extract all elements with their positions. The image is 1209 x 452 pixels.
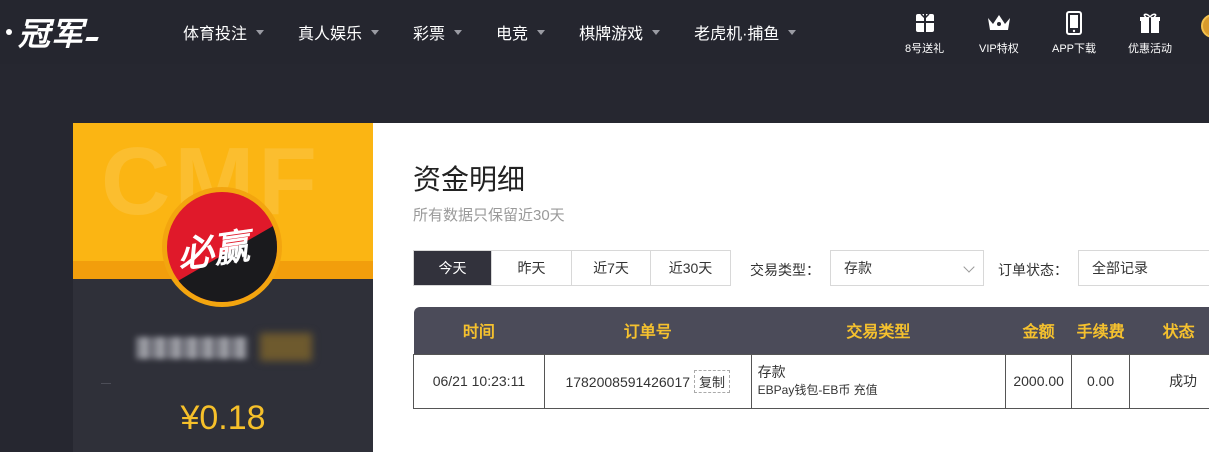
fund-details-table: 时间 订单号 交易类型 金额 手续费 状态 06/21 10:23:11 178…: [413, 307, 1209, 409]
range-7days-button[interactable]: 近7天: [572, 251, 651, 285]
logo-dot: [6, 29, 12, 35]
cell-status: 成功: [1129, 353, 1209, 409]
coin-icon[interactable]: [1201, 14, 1209, 38]
chevron-down-icon: [256, 29, 265, 35]
transaction-type-detail: EBPay钱包-EB币 充值: [757, 383, 878, 397]
cell-time: 06/21 10:23:11: [413, 353, 545, 409]
phone-icon: [1066, 10, 1082, 36]
menu-item-label: 棋牌游戏: [579, 26, 644, 43]
range-30days-button[interactable]: 近30天: [651, 251, 730, 285]
transaction-type-select[interactable]: 存款: [830, 250, 984, 286]
transaction-type-value: 存款: [844, 260, 872, 276]
menu-item-label: 电竞: [496, 26, 529, 43]
date-range-tabs: 今天 昨天 近7天 近30天: [413, 250, 731, 286]
quick-link-label: VIP特权: [979, 43, 1019, 55]
table-row: 06/21 10:23:11 1782008591426017 复制 存款 EBP…: [413, 353, 1209, 409]
quick-link-gift8[interactable]: 8号送礼: [905, 10, 944, 56]
crown-icon: [986, 10, 1012, 36]
username-blurred: [136, 337, 248, 359]
column-header-fee: 手续费: [1071, 307, 1130, 354]
cell-order-no: 1782008591426017 复制: [543, 353, 752, 409]
column-header-type: 交易类型: [751, 307, 1006, 354]
column-header-order-no: 订单号: [544, 307, 752, 354]
quick-link-app[interactable]: APP下载: [1052, 10, 1096, 56]
cell-type: 存款 EBPay钱包-EB币 充值: [750, 353, 1007, 409]
avatar-image: 必赢: [167, 192, 277, 302]
transaction-type-label: 交易类型：: [750, 262, 820, 278]
page-subtitle: 所有数据只保留近30天: [413, 207, 565, 224]
account-balance: ¥0.18: [180, 399, 266, 437]
chevron-down-icon: [537, 29, 546, 35]
menu-item-live-casino[interactable]: 真人娱乐: [298, 20, 380, 44]
avatar[interactable]: 必赢: [162, 187, 282, 307]
menu-item-sports[interactable]: 体育投注: [183, 20, 265, 44]
order-status-select[interactable]: 全部记录: [1078, 250, 1209, 286]
transaction-type: 存款: [757, 364, 786, 380]
quick-link-promotions[interactable]: 优惠活动: [1128, 10, 1172, 56]
chevron-down-icon: [371, 29, 380, 35]
fund-details-panel: 资金明细 所有数据只保留近30天 今天 昨天 近7天 近30天 交易类型： 存款…: [373, 123, 1209, 452]
menu-item-lottery[interactable]: 彩票: [413, 20, 463, 44]
avatar-logo-text: 必赢: [174, 226, 253, 277]
quick-link-label: APP下载: [1052, 43, 1097, 55]
page-title: 资金明细: [413, 164, 526, 195]
divider: [101, 383, 111, 384]
menu-item-label: 真人娱乐: [298, 26, 363, 43]
chevron-down-icon: [454, 29, 463, 35]
logo[interactable]: 冠军: [6, 12, 99, 53]
level-badge-blurred: [260, 333, 312, 361]
table-header-row: 时间 订单号 交易类型 金额 手续费 状态: [413, 307, 1209, 354]
order-status-label: 订单状态：: [998, 262, 1068, 278]
menu-item-esports[interactable]: 电竞: [496, 20, 546, 44]
quick-link-label: 优惠活动: [1128, 43, 1172, 55]
menu-item-slots-fishing[interactable]: 老虎机·捕鱼: [694, 20, 797, 44]
range-yesterday-button[interactable]: 昨天: [492, 251, 572, 285]
cell-fee: 0.00: [1071, 353, 1131, 409]
column-header-amount: 金额: [1005, 307, 1072, 354]
chevron-down-icon: [788, 29, 797, 35]
menu-item-label: 老虎机·捕鱼: [694, 26, 780, 43]
menu-item-label: 彩票: [413, 26, 446, 43]
order-status-value: 全部记录: [1092, 260, 1148, 276]
column-header-time: 时间: [413, 307, 545, 354]
profile-card: CMF 必赢 ¥0.18: [73, 123, 373, 452]
quick-link-vip[interactable]: VIP特权: [979, 10, 1019, 56]
logo-text: 冠军: [18, 15, 85, 53]
range-today-button[interactable]: 今天: [414, 251, 492, 285]
menu-item-label: 体育投注: [183, 26, 248, 43]
gift-box-icon: [1139, 10, 1161, 36]
chevron-down-icon: [963, 261, 975, 273]
chevron-down-icon: [652, 29, 661, 35]
column-header-status: 状态: [1129, 307, 1209, 354]
main-menu: 体育投注 真人娱乐 彩票 电竞 棋牌游戏 老虎机·捕鱼: [183, 0, 830, 64]
logo-mark: [85, 37, 99, 41]
cell-amount: 2000.00: [1005, 353, 1073, 409]
gift-icon: [915, 10, 935, 36]
top-navbar: 冠军 体育投注 真人娱乐 彩票 电竞 棋牌游戏 老虎机·捕鱼 8号送礼 VIP特…: [0, 0, 1209, 64]
menu-item-card-games[interactable]: 棋牌游戏: [579, 20, 661, 44]
order-number: 1782008591426017: [565, 373, 691, 390]
quick-link-label: 8号送礼: [905, 43, 945, 55]
copy-order-button[interactable]: 复制: [694, 369, 731, 393]
